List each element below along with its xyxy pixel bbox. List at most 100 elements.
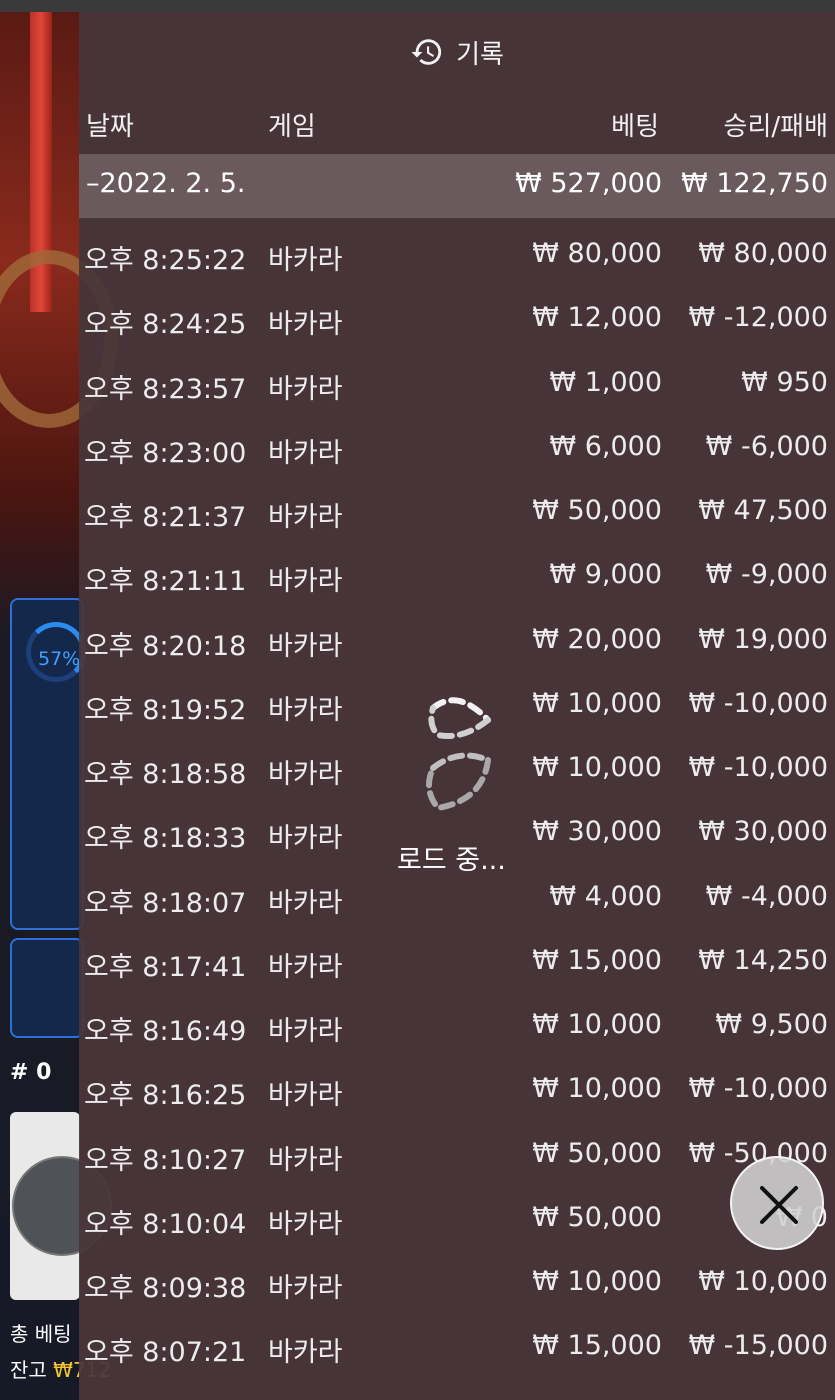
row-bet: ₩ 9,000 bbox=[549, 559, 662, 591]
row-game: 바카라 bbox=[268, 309, 343, 341]
row-game: 바카라 bbox=[268, 887, 343, 919]
row-win-loss: ₩ -10,000 bbox=[688, 752, 829, 783]
history-row[interactable]: 오후 8:23:57 바카라 ₩ 1,000 ₩ 950 bbox=[79, 353, 835, 417]
col-win-loss: 승리/패배 bbox=[723, 112, 828, 142]
row-time: 오후 8:16:49 bbox=[84, 1016, 247, 1047]
row-time: 오후 8:19:52 bbox=[84, 694, 247, 726]
row-bet: ₩ 6,000 bbox=[549, 430, 662, 462]
row-time: 오후 8:17:41 bbox=[84, 951, 247, 983]
loading-text: 로드 중... bbox=[397, 845, 506, 876]
row-game: 바카라 bbox=[268, 1016, 343, 1047]
row-bet: ₩ 50,000 bbox=[532, 1201, 662, 1233]
status-strip bbox=[0, 0, 835, 12]
row-time: 오후 8:20:18 bbox=[84, 630, 247, 662]
group-bet-total: ₩ 527,000 bbox=[515, 168, 662, 199]
row-time: 오후 8:18:07 bbox=[84, 887, 247, 919]
history-icon bbox=[411, 39, 442, 65]
close-icon bbox=[760, 1186, 798, 1224]
row-bet: ₩ 10,000 bbox=[532, 1009, 662, 1040]
row-game: 바카라 bbox=[268, 694, 343, 726]
history-row[interactable]: 오후 8:21:37 바카라 ₩ 50,000 ₩ 47,500 bbox=[79, 481, 835, 545]
row-time: 오후 8:16:25 bbox=[84, 1080, 247, 1112]
row-time: 오후 8:21:37 bbox=[84, 502, 247, 533]
row-win-loss: ₩ 30,000 bbox=[698, 816, 828, 848]
row-win-loss: ₩ 19,000 bbox=[698, 623, 828, 655]
row-game: 바카라 bbox=[268, 245, 343, 276]
row-bet: ₩ 50,000 bbox=[532, 495, 662, 526]
row-time: 오후 8:10:27 bbox=[84, 1144, 247, 1176]
row-time: 오후 8:09:38 bbox=[84, 1273, 247, 1304]
row-game: 바카라 bbox=[268, 823, 343, 855]
close-button[interactable] bbox=[730, 1156, 824, 1250]
history-row[interactable]: 오후 8:21:11 바카라 ₩ 9,000 ₩ -9,000 bbox=[79, 545, 835, 609]
row-win-loss: ₩ -12,000 bbox=[688, 302, 829, 334]
row-time: 오후 8:07:21 bbox=[84, 1337, 247, 1369]
row-game: 바카라 bbox=[268, 1208, 343, 1240]
row-time: 오후 8:23:57 bbox=[84, 373, 247, 405]
row-time: 오후 8:25:22 bbox=[84, 245, 247, 276]
loading-indicator: 로드 중... bbox=[379, 690, 599, 890]
row-bet: ₩ 1,000 bbox=[549, 366, 662, 398]
history-row[interactable]: 오후 8:17:41 바카라 ₩ 15,000 ₩ 14,250 bbox=[79, 931, 835, 995]
col-bet: 베팅 bbox=[611, 112, 659, 142]
row-win-loss: ₩ 80,000 bbox=[698, 238, 828, 269]
row-game: 바카라 bbox=[268, 1337, 343, 1369]
row-time: 오후 8:21:11 bbox=[84, 566, 247, 598]
row-game: 바카라 bbox=[268, 630, 343, 662]
row-win-loss: ₩ 47,500 bbox=[698, 495, 828, 526]
history-row[interactable]: 오후 8:16:49 바카라 ₩ 10,000 ₩ 9,500 bbox=[79, 995, 835, 1059]
row-win-loss: ₩ -9,000 bbox=[705, 559, 828, 591]
row-bet: ₩ 50,000 bbox=[532, 1137, 662, 1169]
row-game: 바카라 bbox=[268, 1273, 343, 1304]
round-counter: # 0 bbox=[10, 1060, 52, 1085]
row-game: 바카라 bbox=[268, 502, 343, 533]
row-win-loss: ₩ 14,250 bbox=[698, 944, 828, 976]
row-bet: ₩ 12,000 bbox=[532, 302, 662, 334]
row-win-loss: ₩ -4,000 bbox=[705, 880, 828, 912]
history-row[interactable]: 오후 8:20:18 바카라 ₩ 20,000 ₩ 19,000 bbox=[79, 610, 835, 674]
history-row[interactable]: 오후 8:16:25 바카라 ₩ 10,000 ₩ -10,000 bbox=[79, 1059, 835, 1123]
history-row[interactable]: 오후 8:25:22 바카라 ₩ 80,000 ₩ 80,000 bbox=[79, 224, 835, 288]
balance-label: 잔고 bbox=[10, 1358, 47, 1382]
row-game: 바카라 bbox=[268, 759, 343, 790]
row-game: 바카라 bbox=[268, 1080, 343, 1112]
col-game: 게임 bbox=[268, 112, 316, 142]
col-date: 날짜 bbox=[86, 112, 134, 142]
row-win-loss: ₩ -6,000 bbox=[705, 430, 828, 462]
loading-spinner-icon bbox=[426, 697, 491, 812]
bet-spot-card-2[interactable] bbox=[10, 938, 84, 1038]
row-win-loss: ₩ 950 bbox=[741, 366, 828, 398]
row-game: 바카라 bbox=[268, 1144, 343, 1176]
group-date: –2022. 2. 5. bbox=[86, 168, 246, 199]
row-time: 오후 8:18:58 bbox=[84, 759, 247, 790]
history-row[interactable]: 오후 8:09:38 바카라 ₩ 10,000 ₩ 10,000 bbox=[79, 1252, 835, 1316]
date-group-row[interactable]: –2022. 2. 5. ₩ 527,000 ₩ 122,750 bbox=[79, 154, 835, 218]
row-bet: ₩ 15,000 bbox=[532, 944, 662, 976]
row-time: 오후 8:23:00 bbox=[84, 437, 247, 469]
page-title: 기록 bbox=[456, 39, 504, 70]
history-row[interactable]: 오후 8:24:25 바카라 ₩ 12,000 ₩ -12,000 bbox=[79, 288, 835, 352]
row-bet: ₩ 80,000 bbox=[532, 238, 662, 269]
history-row[interactable]: 오후 8:07:21 바카라 ₩ 15,000 ₩ -15,000 bbox=[79, 1316, 835, 1380]
history-row[interactable]: 오후 8:10:27 바카라 ₩ 50,000 ₩ -50,000 bbox=[79, 1124, 835, 1188]
row-win-loss: ₩ 9,500 bbox=[715, 1009, 828, 1040]
row-time: 오후 8:18:33 bbox=[84, 823, 247, 855]
history-row[interactable]: 오후 8:23:00 바카라 ₩ 6,000 ₩ -6,000 bbox=[79, 417, 835, 481]
row-bet: ₩ 10,000 bbox=[532, 1073, 662, 1105]
history-panel: 기록 날짜 게임 베팅 승리/패배 –2022. 2. 5. ₩ 527,000… bbox=[79, 12, 835, 1400]
column-headers: 날짜 게임 베팅 승리/패배 bbox=[79, 90, 835, 154]
row-game: 바카라 bbox=[268, 951, 343, 983]
history-header: 기록 bbox=[79, 12, 835, 90]
row-time: 오후 8:10:04 bbox=[84, 1208, 247, 1240]
row-win-loss: ₩ -15,000 bbox=[688, 1330, 829, 1362]
row-win-loss: ₩ -10,000 bbox=[688, 687, 829, 719]
row-game: 바카라 bbox=[268, 373, 343, 405]
row-game: 바카라 bbox=[268, 566, 343, 598]
row-win-loss: ₩ 10,000 bbox=[698, 1266, 828, 1297]
total-bet-label: 총 베팅 bbox=[10, 1322, 72, 1346]
row-bet: ₩ 20,000 bbox=[532, 623, 662, 655]
row-bet: ₩ 10,000 bbox=[532, 1266, 662, 1297]
row-time: 오후 8:24:25 bbox=[84, 309, 247, 341]
history-row[interactable]: 오후 8:10:04바카라₩ 50,000₩ 0 bbox=[79, 1188, 835, 1252]
row-win-loss: ₩ -10,000 bbox=[688, 1073, 829, 1105]
